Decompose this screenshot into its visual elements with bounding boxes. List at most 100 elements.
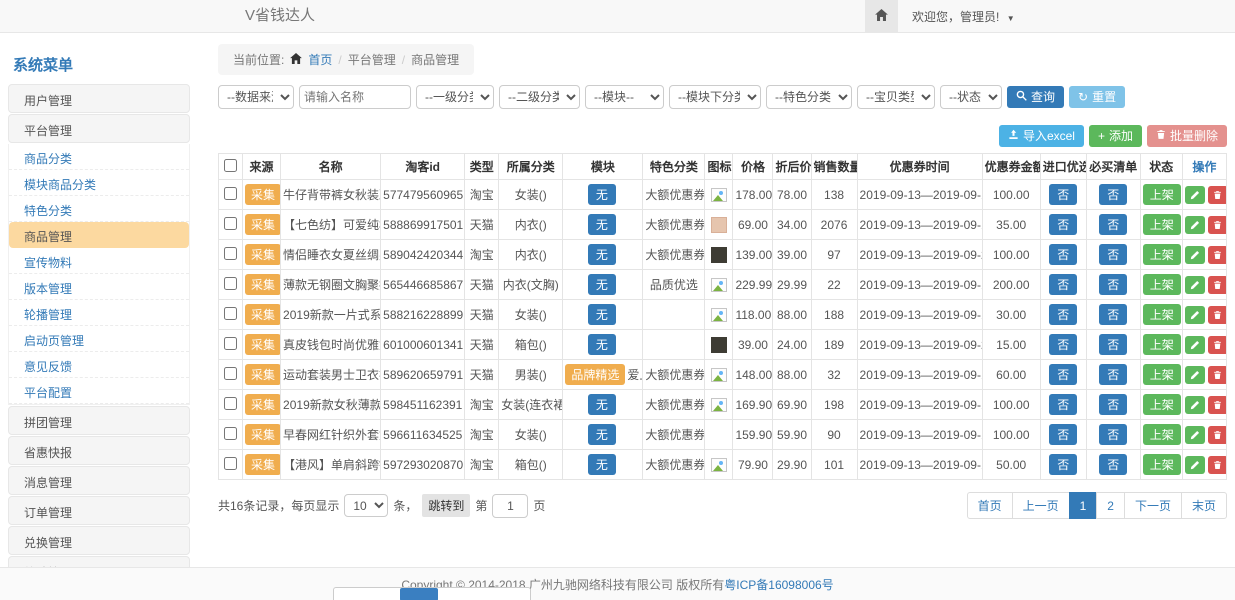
status-badge[interactable]: 上架 (1143, 334, 1181, 355)
sidebar-item-splash-mgmt[interactable]: 启动页管理 (9, 326, 189, 352)
delete-button[interactable] (1208, 186, 1227, 204)
edit-button[interactable] (1185, 186, 1205, 204)
must-buy-toggle[interactable]: 否 (1099, 304, 1127, 325)
must-buy-toggle[interactable]: 否 (1099, 364, 1127, 385)
row-checkbox[interactable] (224, 187, 237, 200)
import-select-toggle[interactable]: 否 (1049, 394, 1077, 415)
add-button[interactable]: + 添加 (1089, 125, 1142, 147)
must-buy-toggle[interactable]: 否 (1099, 214, 1127, 235)
name-search-input[interactable] (299, 85, 411, 109)
status-badge[interactable]: 上架 (1143, 304, 1181, 325)
home-button[interactable] (865, 0, 898, 32)
per-page-select[interactable]: 10 (344, 494, 388, 517)
module-badge[interactable]: 无 (588, 244, 616, 265)
delete-button[interactable] (1208, 426, 1227, 444)
sidebar-item-module-product-category[interactable]: 模块商品分类 (9, 170, 189, 196)
sidebar-item-group-buy-mgmt[interactable]: 拼团管理 (8, 406, 190, 435)
sidebar-item-message-mgmt[interactable]: 消息管理 (8, 466, 190, 495)
status-select[interactable]: --状态-- (940, 85, 1002, 109)
row-checkbox[interactable] (224, 457, 237, 470)
level1-category-select[interactable]: --一级分类-- (416, 85, 494, 109)
status-badge[interactable]: 上架 (1143, 214, 1181, 235)
sidebar-item-user-mgmt[interactable]: 用户管理 (8, 84, 190, 113)
must-buy-toggle[interactable]: 否 (1099, 424, 1127, 445)
must-buy-toggle[interactable]: 否 (1099, 454, 1127, 475)
edit-button[interactable] (1185, 366, 1205, 384)
sidebar-item-carousel-mgmt[interactable]: 轮播管理 (9, 300, 189, 326)
sidebar-item-platform-mgmt[interactable]: 平台管理 (8, 114, 190, 143)
icp-link[interactable]: 粤ICP备16098006号 (724, 576, 833, 593)
status-badge[interactable]: 上架 (1143, 274, 1181, 295)
reset-button[interactable]: ↻ 重置 (1069, 86, 1125, 108)
delete-button[interactable] (1208, 336, 1227, 354)
sidebar-item-exchange-mgmt[interactable]: 兑换管理 (8, 526, 190, 555)
edit-button[interactable] (1185, 246, 1205, 264)
delete-button[interactable] (1208, 276, 1227, 294)
status-badge[interactable]: 上架 (1143, 454, 1181, 475)
sidebar-item-order-mgmt[interactable]: 订单管理 (8, 496, 190, 525)
delete-button[interactable] (1208, 216, 1227, 234)
row-checkbox[interactable] (224, 247, 237, 260)
module-badge[interactable]: 无 (588, 274, 616, 295)
row-checkbox[interactable] (224, 397, 237, 410)
module-badge[interactable]: 无 (588, 214, 616, 235)
breadcrumb-home-link[interactable]: 首页 (308, 51, 332, 68)
import-select-toggle[interactable]: 否 (1049, 184, 1077, 205)
pager-last[interactable]: 末页 (1181, 492, 1227, 519)
jump-page-input[interactable] (492, 494, 528, 518)
edit-button[interactable] (1185, 276, 1205, 294)
sidebar-item-platform-config[interactable]: 平台配置 (9, 378, 189, 404)
delete-button[interactable] (1208, 366, 1227, 384)
pager-page-1[interactable]: 1 (1069, 492, 1098, 519)
status-badge[interactable]: 上架 (1143, 364, 1181, 385)
import-select-toggle[interactable]: 否 (1049, 424, 1077, 445)
must-buy-toggle[interactable]: 否 (1099, 184, 1127, 205)
pager-first[interactable]: 首页 (967, 492, 1013, 519)
module-badge[interactable]: 无 (588, 184, 616, 205)
item-type-select[interactable]: --宝贝类型-- (857, 85, 935, 109)
pager-page-2[interactable]: 2 (1096, 492, 1125, 519)
delete-button[interactable] (1208, 246, 1227, 264)
edit-button[interactable] (1185, 456, 1205, 474)
edit-button[interactable] (1185, 306, 1205, 324)
edit-button[interactable] (1185, 396, 1205, 414)
module-badge[interactable]: 无 (588, 424, 616, 445)
import-select-toggle[interactable]: 否 (1049, 244, 1077, 265)
edit-button[interactable] (1185, 336, 1205, 354)
edit-button[interactable] (1185, 426, 1205, 444)
sidebar-item-express-news[interactable]: 省惠快报 (8, 436, 190, 465)
import-select-toggle[interactable]: 否 (1049, 334, 1077, 355)
status-badge[interactable]: 上架 (1143, 184, 1181, 205)
search-button[interactable]: 查询 (1007, 86, 1064, 108)
must-buy-toggle[interactable]: 否 (1099, 334, 1127, 355)
module-badge[interactable]: 无 (588, 394, 616, 415)
must-buy-toggle[interactable]: 否 (1099, 274, 1127, 295)
pager-next[interactable]: 下一页 (1124, 492, 1182, 519)
row-checkbox[interactable] (224, 337, 237, 350)
module-badge[interactable]: 无 (588, 334, 616, 355)
status-badge[interactable]: 上架 (1143, 244, 1181, 265)
import-select-toggle[interactable]: 否 (1049, 304, 1077, 325)
module-badge[interactable]: 品牌精选 (565, 364, 625, 385)
row-checkbox[interactable] (224, 277, 237, 290)
import-select-toggle[interactable]: 否 (1049, 274, 1077, 295)
must-buy-toggle[interactable]: 否 (1099, 394, 1127, 415)
must-buy-toggle[interactable]: 否 (1099, 244, 1127, 265)
import-excel-button[interactable]: 导入excel (999, 125, 1084, 147)
status-badge[interactable]: 上架 (1143, 424, 1181, 445)
import-select-toggle[interactable]: 否 (1049, 364, 1077, 385)
sidebar-item-promo-material[interactable]: 宣传物料 (9, 248, 189, 274)
module-badge[interactable]: 无 (588, 454, 616, 475)
delete-button[interactable] (1208, 396, 1227, 414)
module-badge[interactable]: 无 (588, 304, 616, 325)
row-checkbox[interactable] (224, 217, 237, 230)
delete-button[interactable] (1208, 306, 1227, 324)
user-menu[interactable]: 欢迎您，管理员! ▼ (912, 8, 1015, 25)
batch-delete-button[interactable]: 批量删除 (1147, 125, 1227, 147)
data-source-select[interactable]: --数据来源-- (218, 85, 294, 109)
import-select-toggle[interactable]: 否 (1049, 214, 1077, 235)
feature-category-select[interactable]: --特色分类-- (766, 85, 852, 109)
delete-button[interactable] (1208, 456, 1227, 474)
sidebar-item-version-mgmt[interactable]: 版本管理 (9, 274, 189, 300)
sidebar-item-product-mgmt[interactable]: 商品管理 (9, 222, 189, 248)
